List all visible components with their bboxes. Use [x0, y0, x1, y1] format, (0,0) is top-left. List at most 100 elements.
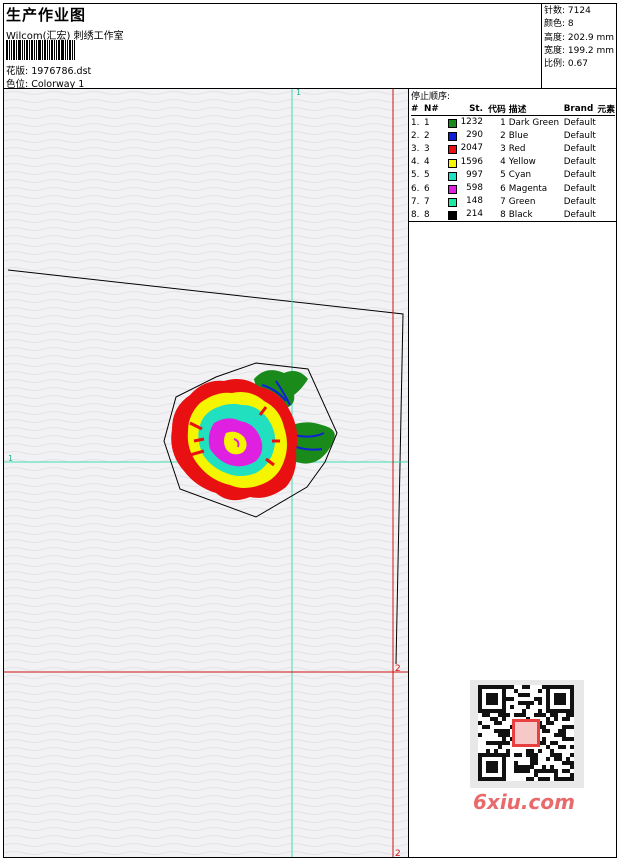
row-code: 3 — [500, 143, 506, 154]
row-stitches: 290 — [447, 129, 483, 142]
col-header-element: 元素 — [597, 102, 615, 116]
row-element — [597, 129, 615, 142]
row-index: 5. — [411, 170, 420, 181]
table-row[interactable]: 3. 3 2047 3 Red Default — [411, 142, 615, 155]
design-width: 宽度: 199.2 mm — [544, 45, 615, 56]
row-stitches: 997 — [447, 169, 483, 182]
guide-label-bottom: 2 — [395, 849, 401, 857]
row-brand: Default — [563, 130, 596, 141]
barcode-bar — [38, 40, 41, 60]
barcode-bar — [44, 40, 46, 60]
table-row[interactable]: 1. 1 1232 1 Dark Green Default — [411, 116, 615, 130]
color-swatch — [447, 145, 457, 155]
barcode-bar — [11, 40, 12, 60]
table-row[interactable]: 4. 4 1596 4 Yellow Default — [411, 156, 615, 169]
color-swatch — [447, 211, 457, 221]
barcode-bar — [58, 40, 60, 60]
row-element — [597, 169, 615, 182]
barcode-bar — [13, 40, 15, 60]
header-divider — [541, 3, 542, 89]
barcode-bar — [61, 40, 64, 60]
barcode-bar — [31, 40, 33, 60]
table-row[interactable]: 5. 5 997 5 Cyan Default — [411, 169, 615, 182]
row-code: 6 — [500, 183, 506, 194]
row-description: Yellow — [508, 157, 536, 168]
stitch-count-value: 1596 — [460, 156, 483, 167]
color-swatch — [447, 119, 457, 129]
table-row[interactable]: 2. 2 290 2 Blue Default — [411, 129, 615, 142]
barcode-bar — [6, 40, 8, 60]
row-element — [597, 116, 615, 130]
table-header-row: # N# St. 代码 描述 Brand 元素 — [411, 102, 615, 116]
color-sequence-table: # N# St. 代码 描述 Brand 元素 1. 1 1232 1 Dark Gre… — [411, 102, 615, 222]
row-brand: Default — [563, 196, 596, 207]
col-header-code: 代码 — [482, 102, 506, 116]
barcode-bar — [69, 40, 71, 60]
row-stitches: 1596 — [447, 156, 483, 169]
col-header-index: # — [411, 102, 424, 116]
row-needle: 6 — [423, 183, 430, 194]
table-row[interactable]: 7. 7 148 7 Green Default — [411, 195, 615, 208]
row-description: Magenta — [508, 183, 548, 194]
row-needle: 1 — [423, 117, 430, 128]
row-description: Dark Green — [508, 117, 560, 128]
qr-pattern — [478, 685, 574, 781]
col-header-brand: Brand — [563, 102, 598, 116]
row-needle: 5 — [423, 170, 430, 181]
barcode-bar — [72, 40, 73, 60]
row-description: Red — [508, 143, 526, 154]
row-stitches: 1232 — [447, 116, 483, 130]
row-index: 6. — [411, 183, 420, 194]
header: 生产作业图 Wilcom(汇宏) 刺绣工作室 花版: 1976786.dst 色… — [6, 4, 536, 90]
color-swatch — [447, 198, 457, 208]
guide-label-right: 2 — [395, 664, 401, 674]
barcode-bar — [9, 40, 10, 60]
row-brand: Default — [563, 117, 596, 128]
design-canvas[interactable]: 1 1 2 2 — [4, 89, 408, 857]
stitch-count-value: 148 — [466, 196, 483, 207]
barcode-bar — [16, 40, 17, 60]
page-title: 生产作业图 — [6, 6, 87, 24]
table-bottom-border — [409, 221, 616, 222]
row-stitches: 214 — [447, 208, 483, 221]
row-element — [597, 195, 615, 208]
barcode-bar — [24, 40, 25, 60]
design-file-label: 花版: 1976786.dst — [6, 66, 92, 77]
guide-label-top: 1 — [296, 89, 301, 97]
watermark: 6xiu.com — [473, 790, 575, 814]
barcode-bar — [29, 40, 30, 60]
row-index: 4. — [411, 157, 420, 168]
row-needle: 8 — [423, 209, 430, 220]
row-index: 7. — [411, 196, 420, 207]
color-swatch — [447, 158, 457, 168]
table-row[interactable]: 8. 8 214 8 Black Default — [411, 208, 615, 221]
row-description: Blue — [508, 130, 529, 141]
row-index: 8. — [411, 209, 420, 220]
design-height: 高度: 202.9 mm — [544, 32, 615, 43]
barcode-bar — [49, 40, 50, 60]
barcode-bar — [47, 40, 48, 60]
row-element — [597, 142, 615, 155]
barcode-bar — [51, 40, 53, 60]
row-element — [597, 208, 615, 221]
row-stitches: 2047 — [447, 142, 483, 155]
row-needle: 2 — [423, 130, 430, 141]
row-element — [597, 156, 615, 169]
color-count: 颜色: 8 — [544, 19, 574, 30]
row-needle: 7 — [423, 196, 430, 207]
table-row[interactable]: 6. 6 598 6 Magenta Default — [411, 182, 615, 195]
row-code: 1 — [500, 117, 506, 128]
stitch-count-value: 2047 — [460, 143, 483, 154]
barcode-bar — [42, 40, 43, 60]
row-description: Black — [508, 209, 533, 220]
row-code: 5 — [500, 170, 506, 181]
guide-label-left: 1 — [8, 454, 13, 463]
stitch-count-value: 290 — [466, 130, 483, 141]
row-brand: Default — [563, 183, 596, 194]
row-index: 1. — [411, 117, 420, 128]
barcode-bar — [56, 40, 57, 60]
row-needle: 4 — [423, 157, 430, 168]
barcode-bar — [22, 40, 23, 60]
col-header-description: 描述 — [505, 102, 564, 116]
row-brand: Default — [563, 143, 596, 154]
